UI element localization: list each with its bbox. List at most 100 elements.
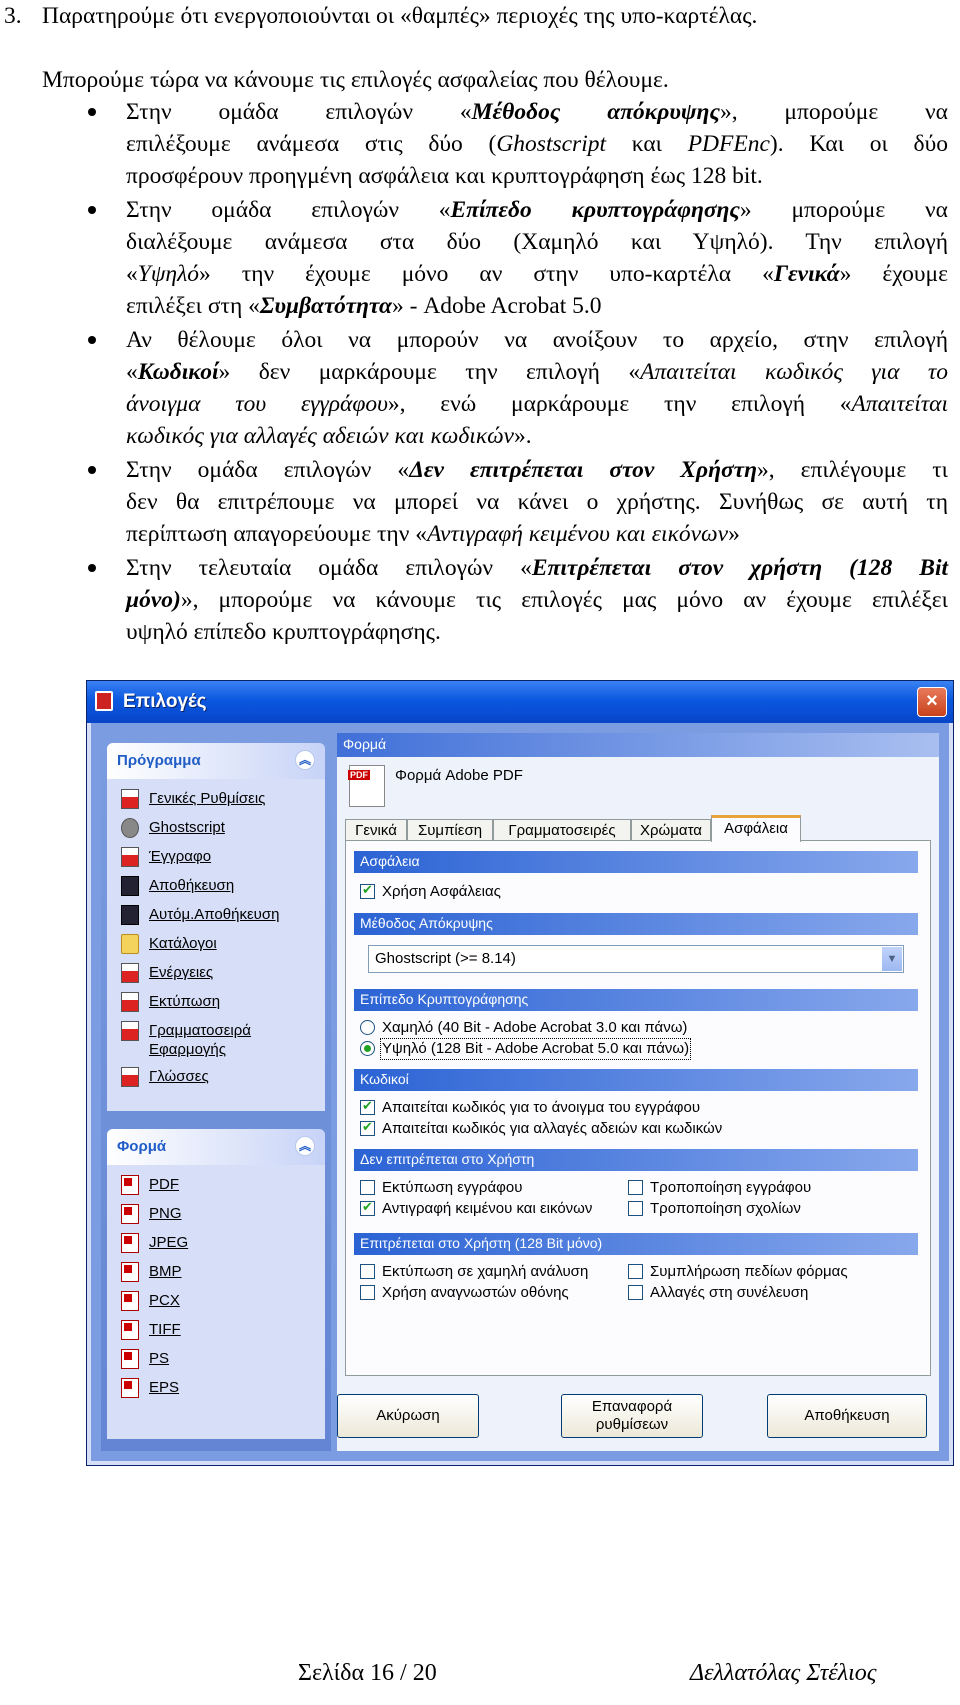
bullet-3-line-1: Αν θέλουμε όλοι να μπορούν να ανοίξουν τ… [126,327,948,353]
bullet-2-line-3: «Υψηλό» την έχουμε μόνο αν στην υπο-καρτ… [126,261,949,287]
tab-compression[interactable]: Συμπίεση [407,819,493,841]
checkbox-unchecked-icon [360,1180,375,1195]
checkbox-checked-icon [360,1199,375,1217]
checkbox-unchecked-icon [628,1285,643,1300]
program-item-font[interactable]: Γραμματοσειρά Εφαρμογής [107,1017,325,1063]
checkbox-checked-icon [360,882,375,900]
tab-general[interactable]: Γενικά [345,819,407,841]
encryption-method-select[interactable]: Ghostscript (>= 8.14) ▼ [368,945,904,973]
save-button[interactable]: Αποθήκευση [767,1394,927,1438]
print-icon [121,992,139,1012]
autosave-icon [121,905,139,925]
ps-file-icon [121,1349,139,1369]
method-section-header: Μέθοδος Απόκρυψης [354,913,918,935]
program-item-actions[interactable]: Ενέργειες [107,959,325,988]
deny-section-header: Δεν επιτρέπεται στο Χρήστη [354,1149,918,1171]
program-item-document[interactable]: Έγγραφο [107,843,325,872]
format-item-pcx[interactable]: PCX [107,1287,325,1316]
bullet-2-line-4: επιλέξει στη «Συμβατότητα» - Adobe Acrob… [126,293,602,319]
bullet-2-line-2: διαλέξουμε ανάμεσα στα δύο (Χαμηλό και Υ… [126,229,948,255]
actions-icon [121,963,139,983]
bullet-1 [88,108,96,116]
options-window: Επιλογές × Πρόγραμμα ︽ Γενικές Ρυθμίσεις… [86,680,954,1466]
collapse-icon[interactable]: ︽ [295,1136,315,1156]
general-settings-icon [121,789,139,809]
bullet-5-line-1: Στην τελευταία ομάδα επιλογών «Επιτρέπετ… [126,555,949,581]
format-item-pdf[interactable]: PDF [107,1171,325,1200]
left-task-pane: Πρόγραμμα ︽ Γενικές Ρυθμίσεις Ghostscrip… [101,733,331,1451]
panel-title: Φορμά Adobe PDF [395,767,523,784]
format-item-ps[interactable]: PS [107,1345,325,1374]
folder-icon [121,934,139,954]
bullet-1-line-2: επιλέξουμε ανάμεσα στις δύο (Ghostscript… [126,131,949,157]
allow-section-header: Επιτρέπεται στο Χρήστη (128 Bit μόνο) [354,1233,918,1255]
program-item-print[interactable]: Εκτύπωση [107,988,325,1017]
reset-settings-button[interactable]: Επαναφορά ρυθμίσεων [561,1394,703,1438]
radio-unchecked-icon [360,1020,375,1035]
ghostscript-icon [121,818,139,838]
checkbox-checked-icon [360,1098,375,1116]
format-item-png[interactable]: PNG [107,1200,325,1229]
bullet-4-line-3: περίπτωση απαγορεύουμε την «Αντιγραφή κε… [126,521,740,547]
font-icon [121,1021,139,1041]
program-group-title: Πρόγραμμα [117,752,201,769]
bullet-1-line-3: προσφέρουν προηγμένη ασφάλεια και κρυπτο… [126,163,763,189]
tab-fonts[interactable]: Γραμματοσειρές [493,819,631,841]
program-group: Πρόγραμμα ︽ Γενικές Ρυθμίσεις Ghostscrip… [107,743,325,1111]
security-section-header: Ασφάλεια [354,851,918,873]
list-number: 3. [4,3,22,29]
format-item-eps[interactable]: EPS [107,1374,325,1403]
window-client: Πρόγραμμα ︽ Γενικές Ρυθμίσεις Ghostscrip… [91,723,949,1461]
app-icon [95,691,113,711]
format-item-bmp[interactable]: BMP [107,1258,325,1287]
languages-icon [121,1067,139,1087]
author-name: Δελλατόλας Στέλιος [690,1660,877,1686]
bullet-3 [88,336,96,344]
program-item-autosave[interactable]: Αυτόμ.Αποθήκευση [107,901,325,930]
tab-security[interactable]: Ασφάλεια [711,815,801,842]
program-item-general[interactable]: Γενικές Ρυθμίσεις [107,785,325,814]
tiff-file-icon [121,1320,139,1340]
page-number: Σελίδα 16 / 20 [298,1660,437,1686]
format-item-jpeg[interactable]: JPEG [107,1229,325,1258]
jpeg-file-icon [121,1233,139,1253]
program-item-save[interactable]: Αποθήκευση [107,872,325,901]
chevron-down-icon[interactable]: ▼ [882,947,902,971]
bullet-2-line-1: Στην ομάδα επιλογών «Επίπεδο κρυπτογράφη… [126,197,948,223]
program-item-ghostscript[interactable]: Ghostscript [107,814,325,843]
radio-checked-icon [360,1041,375,1056]
panel-header: Φορμά [337,733,939,757]
cancel-button[interactable]: Ακύρωση [337,1394,479,1438]
title-bar[interactable]: Επιλογές × [87,681,953,723]
close-button[interactable]: × [917,687,947,717]
paragraph-line-1: Παρατηρούμε ότι ενεργοποιούνται οι «θαμπ… [42,3,758,29]
bmp-file-icon [121,1262,139,1282]
program-item-directories[interactable]: Κατάλογοι [107,930,325,959]
eps-file-icon [121,1378,139,1398]
png-file-icon [121,1204,139,1224]
bullet-4-line-2: δεν θα επιτρέπουμε να μπορεί να κάνει ο … [126,489,948,515]
pcx-file-icon [121,1291,139,1311]
checkbox-unchecked-icon [628,1264,643,1279]
level-section-header: Επίπεδο Κρυπτογράφησης [354,989,918,1011]
checkbox-unchecked-icon [360,1285,375,1300]
program-item-languages[interactable]: Γλώσσες [107,1063,325,1092]
passwords-section-header: Κωδικοί [354,1069,918,1091]
checkbox-unchecked-icon [360,1264,375,1279]
window-title: Επιλογές [123,691,207,712]
tab-colors[interactable]: Χρώματα [631,819,711,841]
pdf-format-icon [348,765,385,807]
bullet-4-line-1: Στην ομάδα επιλογών «Δεν επιτρέπεται στο… [126,457,948,483]
bullet-5 [88,564,96,572]
format-group: Φορμά ︽ PDF PNG JPEG BMP PCX TIFF PS EPS [107,1129,325,1439]
pdf-file-icon [121,1175,139,1195]
format-group-title: Φορμά [117,1138,167,1155]
bullet-2 [88,206,96,214]
paragraph-line-2: Μπορούμε τώρα να κάνουμε τις επιλογές ασ… [42,67,669,93]
bullet-1-line-1: Στην ομάδα επιλογών «Μέθοδος απόκρυψης»,… [126,99,948,125]
settings-panel: Φορμά Φορμά Adobe PDF Γενικά Συμπίεση Γρ… [337,733,939,1451]
format-item-tiff[interactable]: TIFF [107,1316,325,1345]
security-tab-page: Ασφάλεια Χρήση Ασφάλειας Μέθοδος Απόκρυψ… [345,840,931,1376]
checkbox-unchecked-icon [628,1201,643,1216]
collapse-icon[interactable]: ︽ [295,750,315,770]
